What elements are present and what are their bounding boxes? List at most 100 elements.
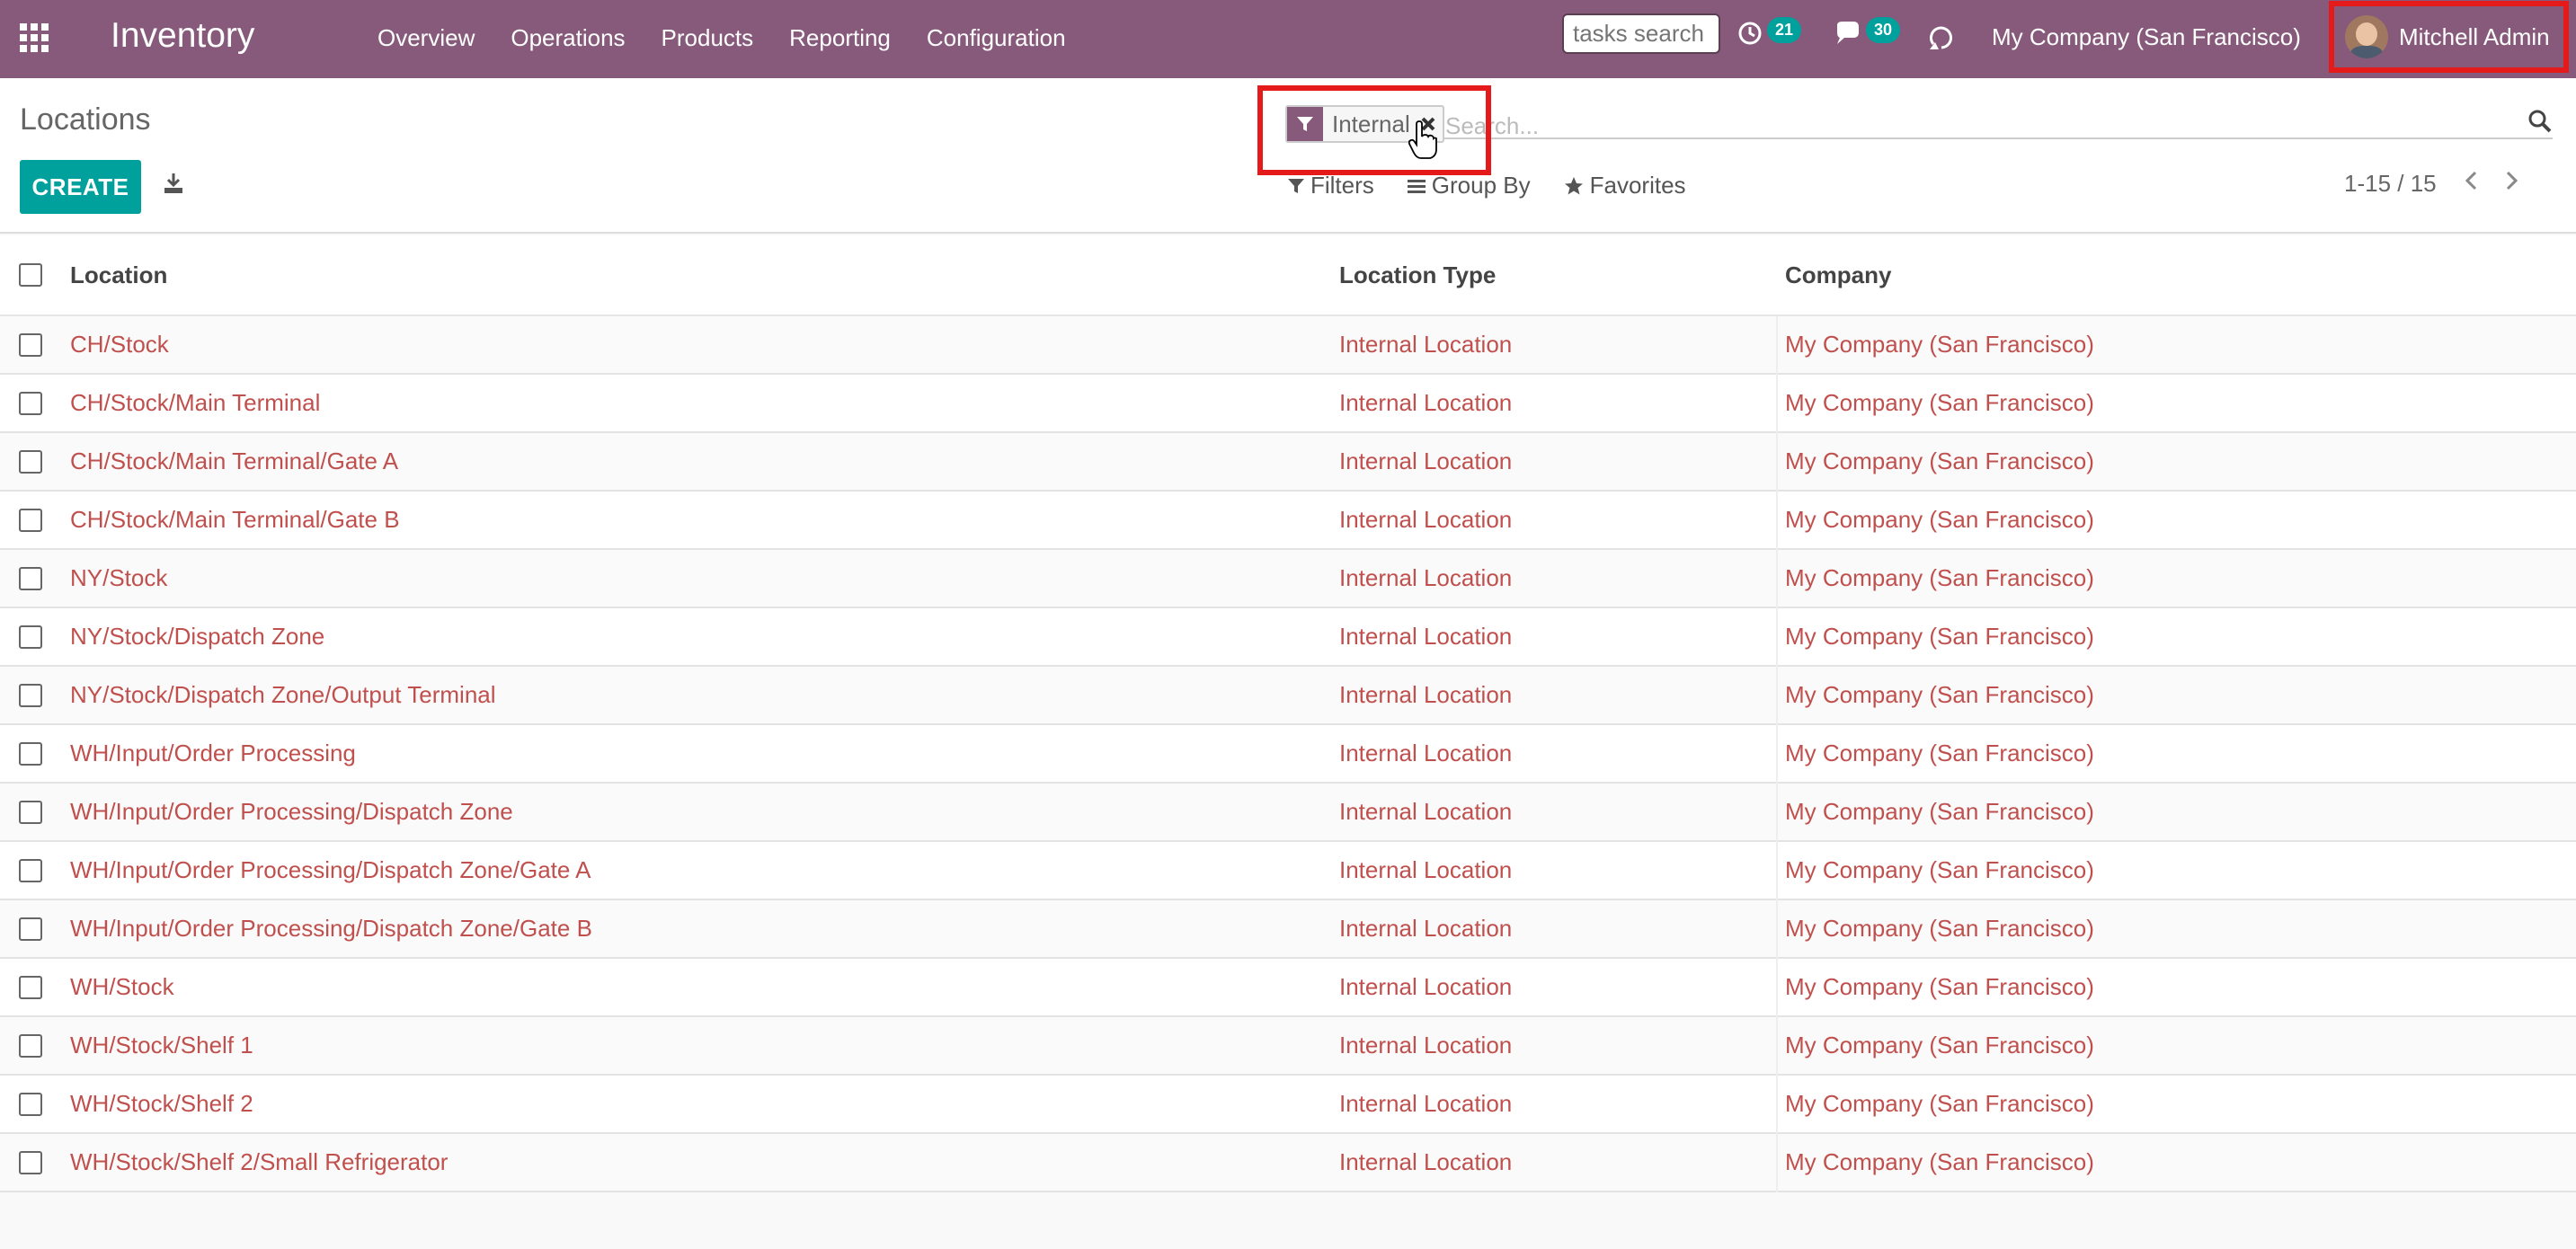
- row-checkbox[interactable]: [19, 1150, 42, 1174]
- cell-location-type[interactable]: Internal Location: [1339, 389, 1512, 417]
- apps-menu-icon[interactable]: [20, 23, 52, 52]
- cell-location-type[interactable]: Internal Location: [1339, 740, 1512, 767]
- cell-company[interactable]: My Company (San Francisco): [1785, 1148, 2094, 1176]
- activity-menu[interactable]: 21: [1737, 16, 1802, 47]
- table-row[interactable]: WH/Input/Order Processing/Dispatch Zone I…: [0, 784, 2576, 842]
- cell-location[interactable]: WH/Input/Order Processing: [70, 740, 356, 767]
- company-switcher[interactable]: My Company (San Francisco): [1992, 23, 2301, 51]
- table-row[interactable]: WH/Stock/Shelf 2/Small Refrigerator Inter…: [0, 1134, 2576, 1192]
- pager-value[interactable]: 1-15 / 15: [2344, 170, 2437, 198]
- row-checkbox[interactable]: [19, 449, 42, 474]
- cell-location[interactable]: CH/Stock: [70, 331, 169, 359]
- search-icon[interactable]: [2527, 109, 2553, 138]
- cell-location-type[interactable]: Internal Location: [1339, 973, 1512, 1001]
- column-header-location[interactable]: Location: [70, 261, 167, 289]
- table-row[interactable]: CH/Stock Internal Location My Company (San…: [0, 316, 2576, 375]
- messages-menu[interactable]: 30: [1834, 16, 1901, 47]
- app-name[interactable]: Inventory: [111, 16, 254, 56]
- table-row[interactable]: NY/Stock Internal Location My Company (San…: [0, 550, 2576, 608]
- row-checkbox[interactable]: [19, 917, 42, 941]
- cell-location[interactable]: WH/Stock/Shelf 2/Small Refrigerator: [70, 1148, 448, 1176]
- table-row[interactable]: CH/Stock/Main Terminal Internal Location M…: [0, 375, 2576, 433]
- cell-location[interactable]: CH/Stock/Main Terminal/Gate A: [70, 447, 398, 475]
- table-row[interactable]: CH/Stock/Main Terminal/Gate B Internal Lo…: [0, 492, 2576, 550]
- cell-company[interactable]: My Company (San Francisco): [1785, 447, 2094, 475]
- cell-company[interactable]: My Company (San Francisco): [1785, 1090, 2094, 1118]
- menu-reporting[interactable]: Reporting: [789, 24, 891, 52]
- user-menu[interactable]: Mitchell Admin: [2329, 1, 2569, 73]
- column-header-company[interactable]: Company: [1785, 261, 1891, 289]
- row-checkbox[interactable]: [19, 683, 42, 707]
- switch-icon[interactable]: [1926, 22, 1957, 58]
- menu-configuration[interactable]: Configuration: [927, 24, 1066, 52]
- cell-location-type[interactable]: Internal Location: [1339, 681, 1512, 709]
- table-row[interactable]: WH/Stock/Shelf 2 Internal Location My Comp…: [0, 1076, 2576, 1134]
- row-checkbox[interactable]: [19, 1092, 42, 1116]
- cell-location-type[interactable]: Internal Location: [1339, 623, 1512, 651]
- row-checkbox[interactable]: [19, 508, 42, 532]
- menu-products[interactable]: Products: [662, 24, 754, 52]
- row-checkbox[interactable]: [19, 1033, 42, 1058]
- row-checkbox[interactable]: [19, 566, 42, 590]
- table-row[interactable]: WH/Stock Internal Location My Company (San…: [0, 959, 2576, 1017]
- table-row[interactable]: NY/Stock/Dispatch Zone/Output Terminal In…: [0, 667, 2576, 725]
- row-checkbox[interactable]: [19, 858, 42, 882]
- cell-company[interactable]: My Company (San Francisco): [1785, 389, 2094, 417]
- pager-previous-icon[interactable]: [2464, 170, 2478, 198]
- create-button[interactable]: CREATE: [20, 160, 141, 214]
- cell-location[interactable]: NY/Stock/Dispatch Zone: [70, 623, 324, 651]
- tasks-search-input[interactable]: [1562, 13, 1720, 54]
- row-checkbox[interactable]: [19, 741, 42, 766]
- cell-company[interactable]: My Company (San Francisco): [1785, 564, 2094, 592]
- cell-location-type[interactable]: Internal Location: [1339, 1032, 1512, 1059]
- row-checkbox[interactable]: [19, 391, 42, 415]
- cell-location-type[interactable]: Internal Location: [1339, 798, 1512, 826]
- cell-company[interactable]: My Company (San Francisco): [1785, 740, 2094, 767]
- cell-location[interactable]: WH/Stock: [70, 973, 174, 1001]
- cell-location[interactable]: CH/Stock/Main Terminal/Gate B: [70, 506, 400, 534]
- cell-location[interactable]: NY/Stock: [70, 564, 167, 592]
- cell-company[interactable]: My Company (San Francisco): [1785, 798, 2094, 826]
- cell-company[interactable]: My Company (San Francisco): [1785, 331, 2094, 359]
- cell-location[interactable]: WH/Stock/Shelf 1: [70, 1032, 253, 1059]
- cell-location[interactable]: WH/Stock/Shelf 2: [70, 1090, 253, 1118]
- cell-company[interactable]: My Company (San Francisco): [1785, 506, 2094, 534]
- row-checkbox[interactable]: [19, 975, 42, 999]
- table-row[interactable]: NY/Stock/Dispatch Zone Internal Location M…: [0, 608, 2576, 667]
- cell-location[interactable]: WH/Input/Order Processing/Dispatch Zone: [70, 798, 513, 826]
- cell-company[interactable]: My Company (San Francisco): [1785, 681, 2094, 709]
- pager-next-icon[interactable]: [2505, 170, 2519, 198]
- table-row[interactable]: WH/Input/Order Processing/Dispatch Zone/…: [0, 842, 2576, 900]
- cell-location[interactable]: CH/Stock/Main Terminal: [70, 389, 320, 417]
- table-row[interactable]: WH/Input/Order Processing/Dispatch Zone/…: [0, 900, 2576, 959]
- cell-location-type[interactable]: Internal Location: [1339, 447, 1512, 475]
- search-input[interactable]: [1445, 111, 2479, 141]
- cell-location-type[interactable]: Internal Location: [1339, 564, 1512, 592]
- cell-location-type[interactable]: Internal Location: [1339, 915, 1512, 943]
- cell-location[interactable]: WH/Input/Order Processing/Dispatch Zone/…: [70, 856, 591, 884]
- cell-company[interactable]: My Company (San Francisco): [1785, 623, 2094, 651]
- cell-location-type[interactable]: Internal Location: [1339, 506, 1512, 534]
- cell-location-type[interactable]: Internal Location: [1339, 1090, 1512, 1118]
- cell-company[interactable]: My Company (San Francisco): [1785, 1032, 2094, 1059]
- menu-overview[interactable]: Overview: [378, 24, 475, 52]
- cell-location[interactable]: WH/Input/Order Processing/Dispatch Zone/…: [70, 915, 592, 943]
- download-icon[interactable]: [162, 172, 185, 199]
- row-checkbox[interactable]: [19, 332, 42, 357]
- cell-location[interactable]: NY/Stock/Dispatch Zone/Output Terminal: [70, 681, 496, 709]
- row-checkbox[interactable]: [19, 624, 42, 649]
- table-row[interactable]: CH/Stock/Main Terminal/Gate A Internal Lo…: [0, 433, 2576, 492]
- row-checkbox[interactable]: [19, 800, 42, 824]
- column-header-location-type[interactable]: Location Type: [1339, 261, 1496, 289]
- filters-toggle[interactable]: Filters: [1287, 172, 1374, 199]
- cell-location-type[interactable]: Internal Location: [1339, 1148, 1512, 1176]
- select-all-checkbox[interactable]: [19, 263, 42, 287]
- cell-location-type[interactable]: Internal Location: [1339, 331, 1512, 359]
- table-row[interactable]: WH/Input/Order Processing Internal Locati…: [0, 725, 2576, 784]
- groupby-toggle[interactable]: Group By: [1407, 172, 1531, 199]
- cell-company[interactable]: My Company (San Francisco): [1785, 915, 2094, 943]
- table-row[interactable]: WH/Stock/Shelf 1 Internal Location My Comp…: [0, 1017, 2576, 1076]
- cell-location-type[interactable]: Internal Location: [1339, 856, 1512, 884]
- cell-company[interactable]: My Company (San Francisco): [1785, 973, 2094, 1001]
- menu-operations[interactable]: Operations: [511, 24, 625, 52]
